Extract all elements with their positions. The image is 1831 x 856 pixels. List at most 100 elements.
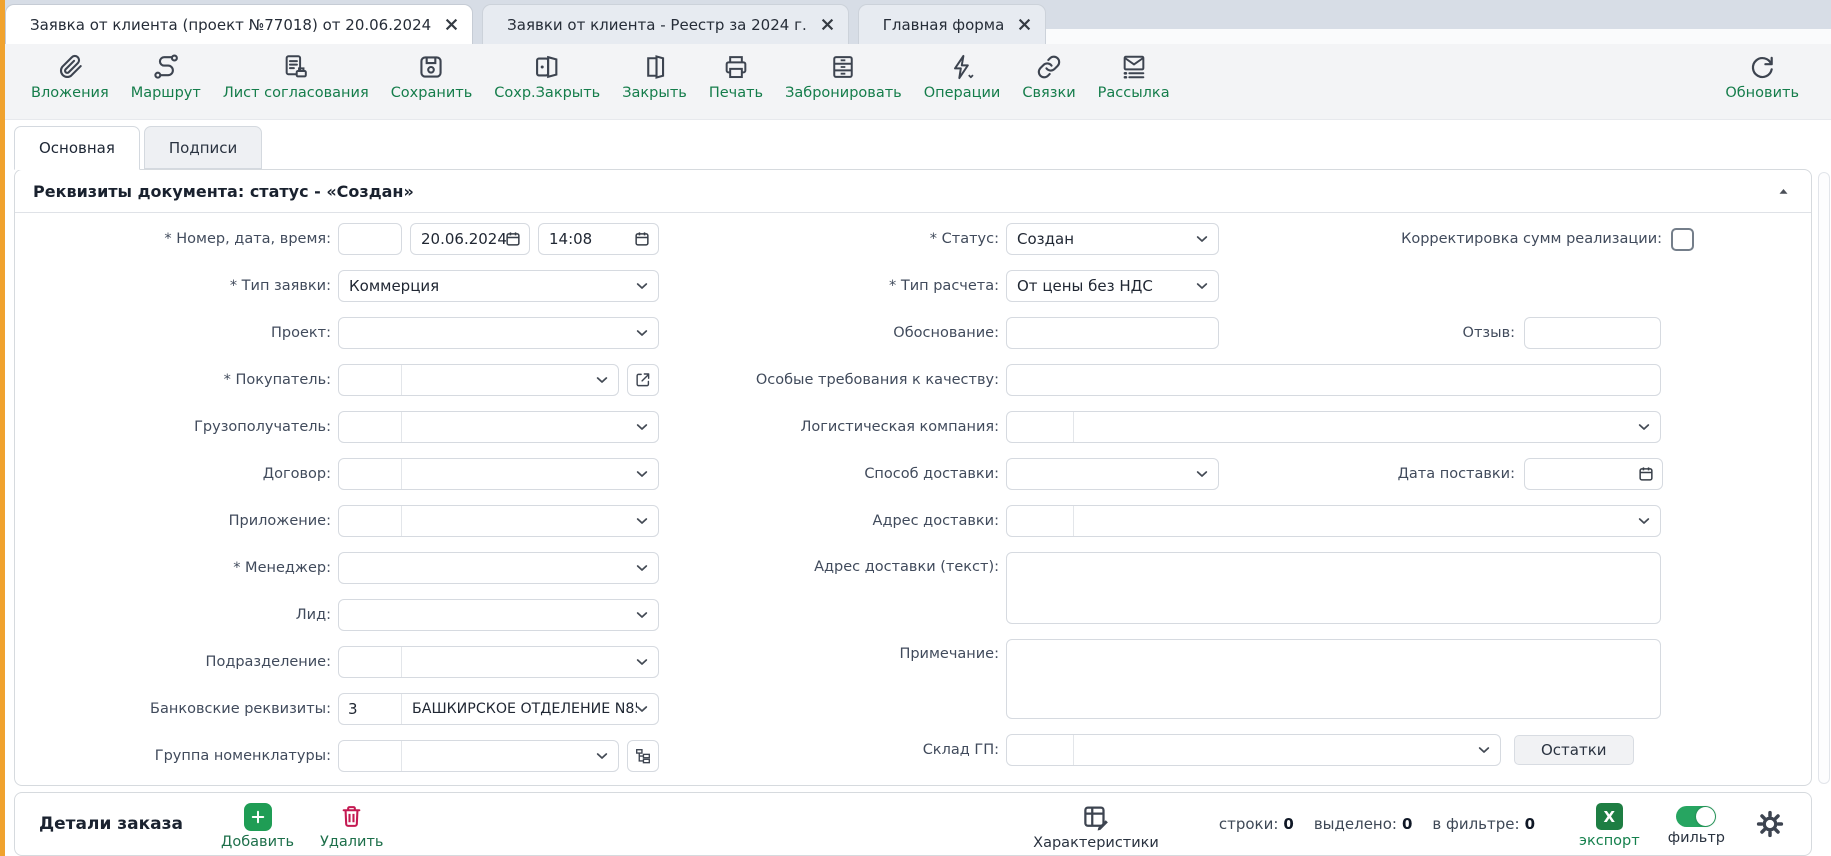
open-buyer-card-button[interactable]: [627, 364, 659, 396]
calendar-icon[interactable]: [633, 230, 651, 248]
chevron-down-icon: [634, 466, 650, 482]
export-button[interactable]: X экспорт: [1579, 803, 1640, 849]
window-tab-registry[interactable]: Заявки от клиента - Реестр за 2024 г.: [482, 4, 849, 44]
manager-select[interactable]: [338, 552, 659, 584]
correction-checkbox[interactable]: [1671, 228, 1694, 251]
annex-code-input[interactable]: [339, 506, 402, 536]
route-icon: [152, 53, 180, 81]
field-row-calc-type: * Тип расчета: От цены без НДС: [659, 270, 1694, 302]
delivery-date-input[interactable]: [1524, 458, 1663, 490]
button-label: Добавить: [221, 834, 294, 850]
approval-sheet-button[interactable]: Лист согласования: [223, 53, 369, 101]
refresh-icon: [1748, 53, 1776, 81]
close-icon[interactable]: [1018, 18, 1031, 31]
buyer-select[interactable]: [338, 364, 619, 396]
logistics-company-select[interactable]: [1006, 411, 1661, 443]
window-tab-label: Главная форма: [883, 16, 1005, 34]
field-row-contract: Договор:: [31, 458, 659, 490]
buyer-code-input[interactable]: [339, 365, 402, 395]
field-label: Логистическая компания:: [659, 419, 999, 435]
filter-toggle[interactable]: фильтр: [1668, 806, 1725, 846]
project-select[interactable]: [338, 317, 659, 349]
attachments-button[interactable]: Вложения: [31, 53, 109, 101]
characteristics-button[interactable]: Характеристики: [1033, 802, 1159, 851]
delivery-method-select[interactable]: [1006, 458, 1219, 490]
collapse-panel-icon[interactable]: [1773, 181, 1793, 201]
calc-type-select[interactable]: От цены без НДС: [1006, 270, 1219, 302]
nomenclature-tree-button[interactable]: [627, 740, 659, 772]
consignee-code-input[interactable]: [339, 412, 402, 442]
annex-select[interactable]: [338, 505, 659, 537]
note-textarea[interactable]: [1006, 639, 1661, 719]
reserve-button[interactable]: Забронировать: [785, 53, 902, 101]
field-label: * Покупатель:: [31, 372, 331, 388]
grid-counters: строки:0 выделено:0 в фильтре:0: [1219, 815, 1535, 833]
warehouse-code-input[interactable]: [1007, 735, 1074, 765]
toolbar-button-label: Печать: [709, 85, 763, 101]
tab-signatures[interactable]: Подписи: [144, 126, 262, 169]
correction-group: Корректировка сумм реализации:: [1401, 228, 1694, 251]
delivery-address-select[interactable]: [1006, 505, 1661, 537]
add-row-button[interactable]: Добавить: [221, 803, 294, 850]
window-tab-main-form[interactable]: Главная форма: [858, 4, 1047, 44]
close-icon[interactable]: [445, 18, 458, 31]
close-icon[interactable]: [821, 18, 834, 31]
print-button[interactable]: Печать: [709, 53, 763, 101]
save-button[interactable]: Сохранить: [391, 53, 473, 101]
division-select[interactable]: [338, 646, 659, 678]
form-right-column: * Статус: Создан Корректировка сумм реал…: [659, 223, 1694, 787]
chevron-down-icon: [1636, 513, 1652, 529]
nomenclature-group-select[interactable]: [338, 740, 619, 772]
review-input[interactable]: [1524, 317, 1661, 349]
delivery-address-code-input[interactable]: [1007, 506, 1074, 536]
request-type-select[interactable]: Коммерция: [338, 270, 659, 302]
trash-icon: [338, 803, 366, 831]
field-label: Примечание:: [659, 639, 999, 662]
quality-input[interactable]: [1006, 364, 1661, 396]
chevron-down-icon: [1194, 231, 1210, 247]
status-select[interactable]: Создан: [1006, 223, 1219, 255]
consignee-select[interactable]: [338, 411, 659, 443]
operations-button[interactable]: Операции: [924, 53, 1001, 101]
vertical-scrollbar[interactable]: [1818, 172, 1830, 784]
calendar-icon[interactable]: [504, 230, 522, 248]
lead-select[interactable]: [338, 599, 659, 631]
contract-code-input[interactable]: [339, 459, 402, 489]
field-row-delivery-address: Адрес доставки:: [659, 505, 1694, 537]
close-document-button[interactable]: Закрыть: [622, 53, 687, 101]
bank-code-input[interactable]: 3: [339, 694, 402, 724]
save-close-button[interactable]: Сохр.Закрыть: [494, 53, 600, 101]
button-label: фильтр: [1668, 830, 1725, 846]
route-button[interactable]: Маршрут: [131, 53, 201, 101]
button-label: Характеристики: [1033, 835, 1159, 851]
links-button[interactable]: Связки: [1022, 53, 1075, 101]
field-row-project: Проект:: [31, 317, 659, 349]
logistics-code-input[interactable]: [1007, 412, 1074, 442]
window-tab-request[interactable]: Заявка от клиента (проект №77018) от 20.…: [5, 4, 473, 44]
chevron-down-icon: [1194, 466, 1210, 482]
delete-row-button[interactable]: Удалить: [320, 803, 383, 850]
delivery-date-group: Дата поставки:: [1398, 458, 1663, 490]
warehouse-select[interactable]: [1006, 734, 1501, 766]
form-tabs: Основная Подписи: [14, 126, 266, 170]
field-label: Адрес доставки:: [659, 513, 999, 529]
calendar-icon[interactable]: [1637, 465, 1655, 483]
stock-button[interactable]: Остатки: [1514, 735, 1634, 765]
order-details-bar: Детали заказа Добавить Удалить Характери…: [14, 792, 1812, 856]
mailing-button[interactable]: Рассылка: [1098, 53, 1170, 101]
nomenclature-code-input[interactable]: [339, 741, 402, 771]
gear-icon[interactable]: [1755, 809, 1785, 839]
tab-main[interactable]: Основная: [14, 126, 140, 170]
justification-input[interactable]: [1006, 317, 1219, 349]
number-input[interactable]: [338, 223, 402, 255]
mailing-icon: [1120, 53, 1148, 81]
toggle-on-icon[interactable]: [1676, 806, 1716, 827]
contract-select[interactable]: [338, 458, 659, 490]
refresh-button[interactable]: Обновить: [1725, 53, 1799, 101]
date-input[interactable]: 20.06.2024: [410, 223, 530, 255]
division-code-input[interactable]: [339, 647, 402, 677]
time-input[interactable]: 14:08: [538, 223, 659, 255]
delivery-address-textarea[interactable]: [1006, 552, 1661, 624]
bank-details-select[interactable]: 3 БАШКИРСКОЕ ОТДЕЛЕНИЕ N8598: [338, 693, 659, 725]
date-value: 20.06.2024: [411, 230, 507, 248]
